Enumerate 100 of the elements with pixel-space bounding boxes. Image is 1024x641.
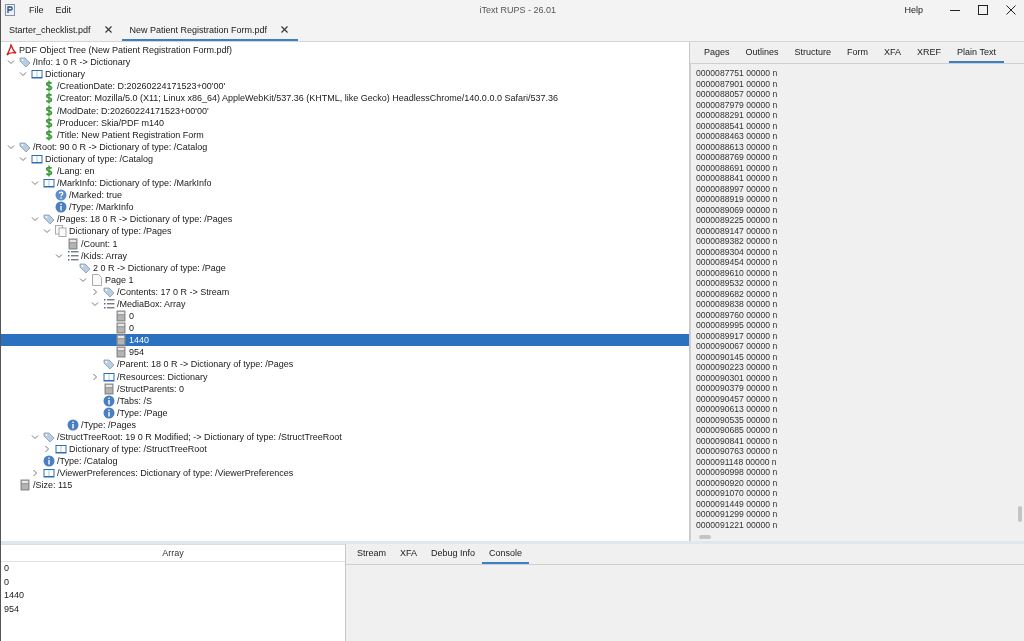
- tree-item[interactable]: /Type: /MarkInfo: [1, 201, 689, 214]
- tree-item[interactable]: /Marked: true: [1, 189, 689, 202]
- tree-item[interactable]: /Type: /Catalog: [1, 455, 689, 468]
- tree-item[interactable]: /Root: 90 0 R -> Dictionary of type: /Catalog: [1, 140, 689, 153]
- tag-icon: [19, 56, 31, 69]
- maximize-icon[interactable]: [978, 5, 988, 15]
- tree-item[interactable]: /Size: 115: [1, 479, 689, 492]
- tree-item[interactable]: /MediaBox: Array: [1, 297, 689, 311]
- table-cell-text: 954: [3, 602, 21, 616]
- tree-item[interactable]: /Producer: Skia/PDF m140: [1, 116, 689, 129]
- tree-item[interactable]: /Title: New Patient Registration Form: [1, 128, 689, 141]
- tree-item[interactable]: /Contents: 17 0 R -> Stream: [1, 285, 689, 298]
- tag-icon: [79, 261, 91, 274]
- tag-icon: [43, 213, 55, 226]
- tree-item[interactable]: /Info: 1 0 R -> Dictionary: [1, 56, 689, 69]
- book-icon: [55, 443, 67, 456]
- close-icon[interactable]: [281, 26, 289, 33]
- text-line: 0000090685 00000 n: [696, 425, 778, 436]
- dollar-icon: [43, 165, 55, 177]
- window-title: iText RUPS - 26.01: [478, 5, 557, 15]
- tree-item[interactable]: PDF Object Tree (New Patient Registration Form.pdf): [1, 44, 689, 57]
- text-line: 0000090145 00000 n: [696, 351, 778, 362]
- text-line: 0000091299 00000 n: [696, 509, 778, 520]
- text-line: 0000088463 00000 n: [696, 131, 778, 142]
- tree-item[interactable]: /Creator: Mozilla/5.0 (X11; Linux x86_64) AppleWebKit/537.36 (KHTML, like Gecko) HeadlessChrome/140.0.0.0 Safari/537.36: [1, 92, 689, 105]
- text-line: 0000088541 00000 n: [696, 120, 778, 131]
- column-header: Array: [1, 545, 345, 562]
- panel-tab[interactable]: Pages: [696, 42, 738, 63]
- calculator-icon: [67, 237, 79, 250]
- tree-item[interactable]: /Parent: 18 0 R -> Dictionary of type: /Pages: [1, 358, 689, 371]
- tree-item[interactable]: 1440: [1, 334, 689, 347]
- panel-tab[interactable]: XFA: [876, 42, 910, 63]
- tree-item[interactable]: /CreationDate: D:20260224171523+00'00': [1, 80, 689, 93]
- text-line: 0000089069 00000 n: [696, 204, 778, 215]
- scrollbar-thumb[interactable]: [1018, 506, 1022, 522]
- text-line: 0000090301 00000 n: [696, 372, 778, 383]
- menu-item[interactable]: Edit: [49, 5, 78, 15]
- tree-item[interactable]: Dictionary of type: /Pages: [1, 225, 689, 238]
- tree-item[interactable]: 2 0 R -> Dictionary of type: /Page: [1, 261, 689, 274]
- text-line: 0000089760 00000 n: [696, 309, 778, 320]
- text-line: 0000089304 00000 n: [696, 246, 778, 257]
- text-line: 0000089917 00000 n: [696, 330, 778, 341]
- calculator-icon: [115, 310, 127, 323]
- close-icon[interactable]: [104, 26, 112, 33]
- calculator-icon: [115, 334, 127, 347]
- tree-item[interactable]: Page 1: [1, 273, 689, 286]
- panel-tab[interactable]: Outlines: [737, 42, 787, 63]
- tree-item[interactable]: Dictionary: [1, 68, 689, 81]
- dollar-icon: [43, 104, 55, 117]
- text-line: 0000087901 00000 n: [696, 78, 778, 89]
- tree-item[interactable]: /StructTreeRoot: 19 0 R Modified; -> Dictionary of type: /StructTreeRoot: [1, 431, 689, 444]
- tree-item[interactable]: /ViewerPreferences: Dictionary of type: /ViewerPreferences: [1, 467, 689, 480]
- scrollbar-thumb[interactable]: [699, 535, 711, 539]
- panel-tab[interactable]: Debug Info: [424, 544, 483, 564]
- tree-item[interactable]: /Tabs: /S: [1, 394, 689, 407]
- panel-tab[interactable]: XREF: [909, 42, 950, 63]
- panel-tab[interactable]: Console: [482, 544, 530, 564]
- tree-item[interactable]: /Pages: 18 0 R -> Dictionary of type: /Pages: [1, 213, 689, 226]
- tree-item[interactable]: /Count: 1: [1, 237, 689, 250]
- text-line: 0000089454 00000 n: [696, 257, 778, 268]
- tree-item[interactable]: 0: [1, 310, 689, 323]
- text-line: 0000089838 00000 n: [696, 299, 778, 310]
- list-icon: [67, 249, 79, 262]
- text-line: 0000090067 00000 n: [696, 341, 778, 352]
- tree-item[interactable]: /Type: /Pages: [1, 418, 689, 431]
- dollar-icon: [43, 92, 55, 105]
- close-icon[interactable]: [1006, 5, 1016, 15]
- calculator-icon: [115, 346, 127, 359]
- file-tab[interactable]: Starter_checklist.pdf: [1, 20, 122, 41]
- text-line: 0000089682 00000 n: [696, 288, 778, 299]
- tag-icon: [19, 140, 31, 153]
- panel-tab[interactable]: Form: [839, 42, 877, 63]
- tree-item[interactable]: /Lang: en: [1, 164, 689, 178]
- panel-tab[interactable]: Plain Text: [949, 42, 1004, 63]
- book-icon: [31, 68, 43, 81]
- tree-item[interactable]: /Kids: Array: [1, 249, 689, 262]
- panel-tab[interactable]: Structure: [786, 42, 840, 63]
- dollar-icon: [43, 116, 55, 129]
- tree-item[interactable]: /StructParents: 0: [1, 382, 689, 395]
- tree-item[interactable]: 0: [1, 322, 689, 335]
- text-line: 0000088057 00000 n: [696, 89, 778, 100]
- calculator-icon: [19, 479, 31, 492]
- text-line: 0000087751 00000 n: [696, 68, 778, 79]
- text-line: 0000088919 00000 n: [696, 194, 778, 205]
- panel-tab[interactable]: XFA: [393, 544, 425, 564]
- tree-item[interactable]: Dictionary of type: /StructTreeRoot: [1, 443, 689, 456]
- tree-item[interactable]: 954: [1, 346, 689, 359]
- tree-item[interactable]: Dictionary of type: /Catalog: [1, 152, 689, 165]
- tree-item[interactable]: /Resources: Dictionary: [1, 370, 689, 383]
- calculator-icon: [115, 322, 127, 335]
- app-logo-icon: [5, 4, 15, 16]
- text-line: 0000091449 00000 n: [696, 498, 778, 509]
- panel-tab[interactable]: Stream: [350, 544, 393, 564]
- menu-item[interactable]: File: [23, 5, 50, 15]
- tree-item[interactable]: /ModDate: D:20260224171523+00'00': [1, 104, 689, 117]
- menu-item[interactable]: Help: [898, 5, 929, 15]
- tree-item[interactable]: /MarkInfo: Dictionary of type: /MarkInfo: [1, 177, 689, 190]
- table-cell-text: 0: [3, 575, 10, 589]
- book-icon: [103, 370, 115, 383]
- tree-item[interactable]: /Type: /Page: [1, 406, 689, 419]
